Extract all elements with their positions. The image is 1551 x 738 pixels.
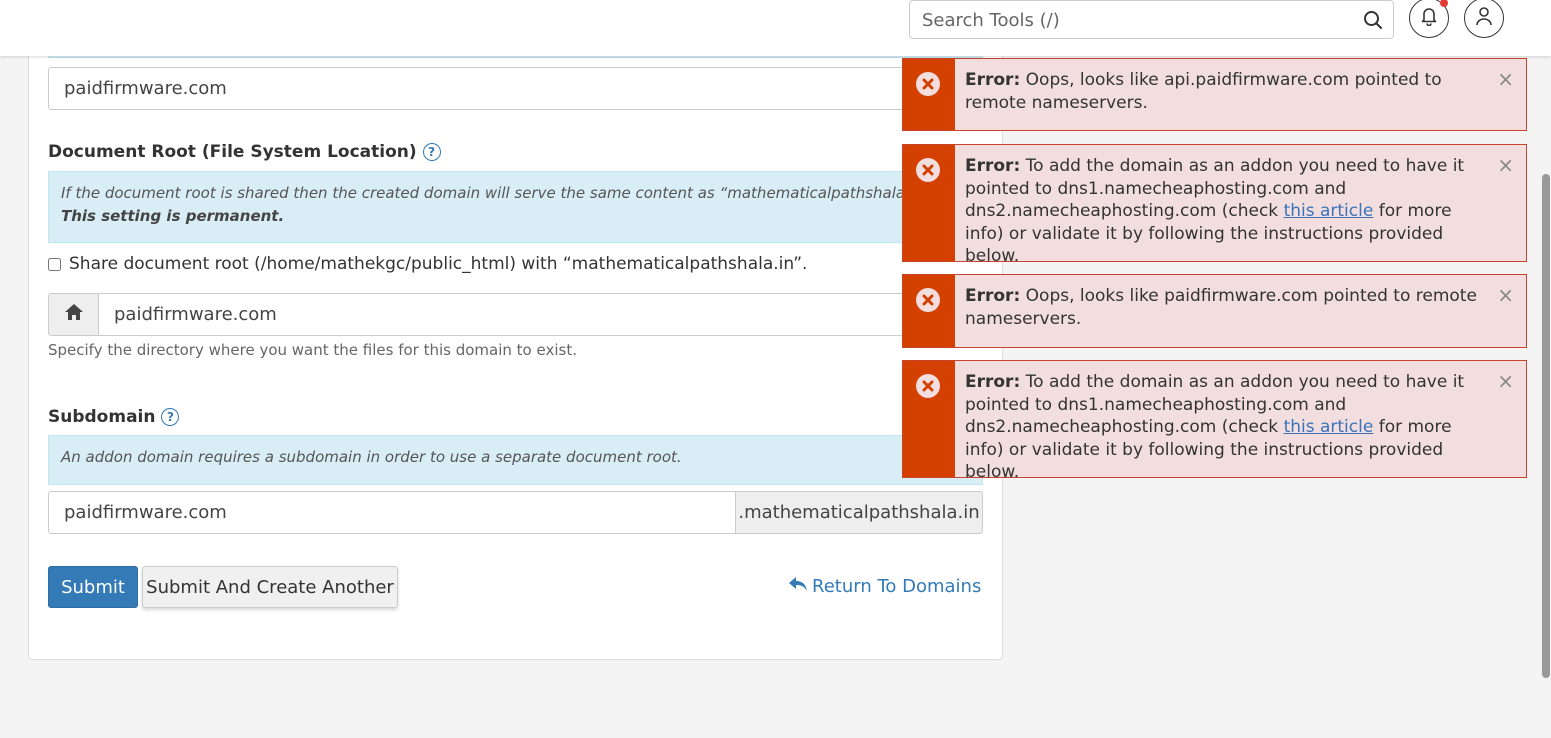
share-docroot-row: Share document root (/home/mathekgc/publ… [48,254,807,274]
alert-side [903,361,955,477]
user-menu-button[interactable] [1464,0,1504,38]
docroot-hint: Specify the directory where you want the… [48,341,577,359]
search-tools-box[interactable] [909,0,1394,39]
return-to-domains-link[interactable]: Return To Domains [788,576,981,597]
home-icon [64,303,84,326]
alert-message: Error: Oops, looks like api.paidfirmware… [955,59,1526,130]
reply-arrow-icon [788,576,808,597]
error-icon [916,158,940,182]
alert-message: Error: Oops, looks like paidfirmware.com… [955,275,1526,347]
docroot-info-text: If the document root is shared then the … [61,184,937,202]
subdomain-label: Subdomain ? [48,407,180,427]
subdomain-suffix: .mathematicalpathshala.in [735,491,983,534]
subdomain-label-text: Subdomain [48,407,156,427]
subdomain-info-text: An addon domain requires a subdomain in … [61,448,682,466]
alert-side [903,275,955,347]
notification-dot [1440,0,1448,7]
error-icon [916,72,940,96]
return-to-domains-label: Return To Domains [812,576,982,597]
error-icon [916,288,940,312]
docroot-label: Document Root (File System Location) ? [48,142,441,162]
addon-domain-form-card [28,20,1003,660]
home-addon [48,293,99,336]
close-icon[interactable]: × [1497,155,1514,175]
alert-message: Error: To add the domain as an addon you… [955,361,1526,482]
alert-prefix: Error: [965,70,1021,90]
alert-side [903,145,955,261]
docroot-info-strong: This setting is permanent. [61,207,285,225]
alert-side [903,59,955,130]
this-article-link[interactable]: this article [1284,417,1374,437]
docroot-label-text: Document Root (File System Location) [48,142,417,162]
scrollbar-thumb[interactable] [1542,174,1550,678]
error-alert: Error: To add the domain as an addon you… [902,360,1527,482]
submit-and-create-another-button[interactable]: Submit And Create Another [142,566,398,608]
alert-text: Oops, looks like api.paidfirmware.com po… [965,70,1442,113]
alert-message: Error: To add the domain as an addon you… [955,145,1526,266]
close-icon[interactable]: × [1497,69,1514,89]
subdomain-input[interactable]: paidfirmware.com [48,491,736,534]
subdomain-info-box: An addon domain requires a subdomain in … [48,435,983,485]
docroot-info-box: If the document root is shared then the … [48,171,983,243]
alert-text: Oops, looks like paidfirmware.com pointe… [965,286,1477,329]
user-icon [1475,6,1493,30]
help-icon[interactable]: ? [161,408,180,426]
alert-prefix: Error: [965,286,1021,306]
error-alert: Error: Oops, looks like paidfirmware.com… [902,274,1527,348]
search-input[interactable] [920,8,1350,32]
alert-prefix: Error: [965,372,1021,392]
help-icon[interactable]: ? [422,143,441,161]
page-scrollbar[interactable] [1537,56,1551,738]
close-icon[interactable]: × [1497,371,1514,391]
share-docroot-checkbox[interactable] [48,257,61,271]
docroot-input[interactable]: paidfirmware.com [98,293,983,336]
alert-prefix: Error: [965,156,1021,176]
share-docroot-label: Share document root (/home/mathekgc/publ… [69,254,808,274]
this-article-link[interactable]: this article [1284,201,1374,221]
search-icon[interactable] [1363,10,1383,34]
notifications-button[interactable] [1409,0,1449,38]
submit-button[interactable]: Submit [48,566,138,608]
bell-icon [1420,6,1438,30]
error-alert: Error: Oops, looks like api.paidfirmware… [902,58,1527,131]
domain-input[interactable]: paidfirmware.com [48,67,983,110]
close-icon[interactable]: × [1497,285,1514,305]
error-alert: Error: To add the domain as an addon you… [902,144,1527,266]
top-header [0,0,1551,56]
error-icon [916,374,940,398]
